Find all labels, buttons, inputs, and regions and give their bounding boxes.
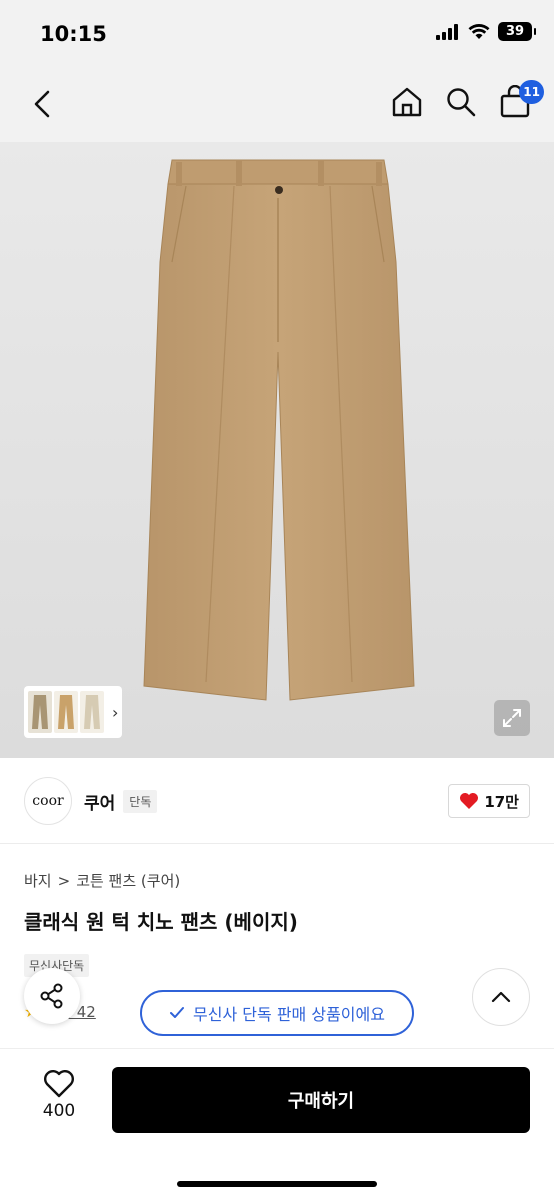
top-nav-bar: 11 <box>0 68 554 142</box>
back-button[interactable] <box>26 86 62 122</box>
status-bar: 10:15 39 <box>0 0 554 68</box>
wishlist-button[interactable]: 400 <box>24 1069 94 1129</box>
chevron-right-icon[interactable]: › <box>112 703 118 722</box>
chevron-up-icon <box>491 991 511 1003</box>
breadcrumb-category[interactable]: 바지 <box>24 870 52 891</box>
divider <box>0 843 554 844</box>
thumbnail-pants-image <box>84 695 100 729</box>
brand-row: coor 쿠어 단독 17만 <box>24 776 530 826</box>
heart-outline-icon <box>44 1070 74 1098</box>
scroll-to-top-button[interactable] <box>472 968 530 1026</box>
brand-like-button[interactable]: 17만 <box>448 784 530 818</box>
heart-filled-icon <box>460 793 479 809</box>
cart-count-badge: 11 <box>519 80 544 104</box>
breadcrumb-subcategory[interactable]: 코튼 팬츠 (쿠어) <box>76 870 180 891</box>
toast-text: 무신사 단독 판매 상품이에요 <box>193 1005 385 1024</box>
check-icon <box>170 1007 185 1018</box>
thumbnail-strip[interactable]: › <box>24 686 122 738</box>
wifi-icon <box>468 23 490 39</box>
brand-logo[interactable]: coor <box>24 777 72 825</box>
product-title: 클래식 원 턱 치노 팬츠 (베이지) <box>24 910 298 934</box>
expand-icon <box>503 709 521 727</box>
cart-button[interactable]: 11 <box>496 80 544 122</box>
thumbnail-pants-image <box>32 695 48 729</box>
signal-icon <box>436 23 458 40</box>
buy-button[interactable]: 구매하기 <box>112 1067 530 1133</box>
product-photo <box>143 159 415 701</box>
share-button[interactable] <box>24 968 80 1024</box>
wishlist-count: 400 <box>42 1101 76 1121</box>
thumbnail-3[interactable] <box>80 691 104 733</box>
search-icon <box>447 88 476 117</box>
brand-exclusive-tag: 단독 <box>123 789 158 813</box>
home-indicator <box>177 1181 377 1187</box>
chevron-left-icon <box>34 90 50 118</box>
brand-like-count: 17만 <box>484 792 519 811</box>
thumbnail-pants-image <box>58 695 74 729</box>
battery-indicator: 39 <box>498 22 536 41</box>
exclusive-toast: 무신사 단독 판매 상품이에요 <box>140 990 414 1036</box>
breadcrumb: 바지 > 코튼 팬츠 (쿠어) <box>24 870 180 891</box>
nav-actions: 11 <box>388 80 544 122</box>
share-icon <box>40 983 63 1009</box>
thumbnail-1[interactable] <box>28 691 52 733</box>
status-time: 10:15 <box>40 22 107 46</box>
home-button[interactable] <box>388 82 426 122</box>
bottom-action-bar: 400 구매하기 <box>0 1048 554 1200</box>
search-button[interactable] <box>442 82 480 122</box>
thumbnail-2[interactable] <box>54 691 78 733</box>
brand-name[interactable]: 쿠어 <box>84 789 115 814</box>
home-icon <box>392 87 422 117</box>
expand-image-button[interactable] <box>494 700 530 736</box>
product-image-carousel[interactable]: › <box>0 142 554 758</box>
breadcrumb-separator: > <box>57 871 71 890</box>
status-indicators: 39 <box>436 22 536 41</box>
